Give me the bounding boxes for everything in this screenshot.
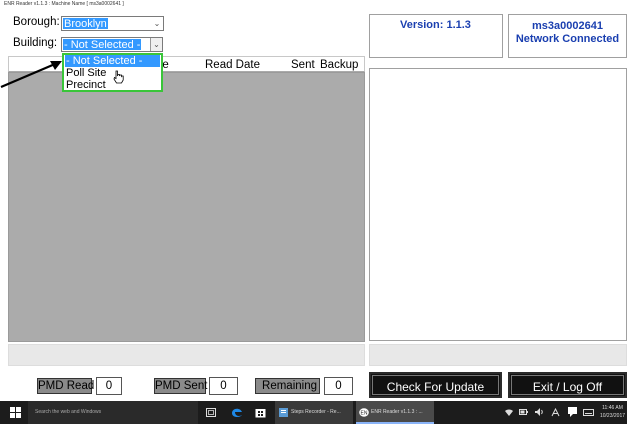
clock-time: 11:46 AM bbox=[602, 405, 623, 411]
pmd-sent-label: PMD Sent bbox=[154, 378, 208, 394]
window-title: ENR Reader v1.1.3 : Machine Name [ ms3a0… bbox=[4, 1, 124, 7]
network-status: Network Connected bbox=[515, 33, 620, 45]
pmd-read-label: PMD Read bbox=[37, 378, 95, 394]
enr-reader-icon: EN bbox=[359, 408, 369, 417]
steps-recorder-icon bbox=[279, 408, 288, 417]
steps-recorder-label: Steps Recorder - Re... bbox=[291, 409, 341, 415]
svg-text:EN: EN bbox=[361, 411, 368, 417]
dropdown-arrow-icon[interactable]: ⌄ bbox=[150, 38, 162, 51]
remaining-label: Remaining bbox=[255, 378, 320, 394]
dropdown-arrow-icon[interactable]: ⌄ bbox=[151, 17, 163, 30]
check-for-update-button[interactable]: Check For Update bbox=[369, 372, 502, 398]
borough-select[interactable]: Brooklyn ⌄ bbox=[61, 16, 164, 31]
network-icon[interactable] bbox=[505, 409, 513, 416]
keyboard-icon[interactable] bbox=[583, 409, 594, 416]
dropdown-option-not-selected[interactable]: - Not Selected - bbox=[65, 55, 160, 67]
network-status-panel: ms3a0002641 Network Connected bbox=[508, 14, 627, 58]
machine-name: ms3a0002641 bbox=[532, 20, 603, 32]
enr-reader-label: ENR Reader v1.1.3 : ... bbox=[371, 409, 423, 415]
borough-label: Borough: bbox=[13, 16, 60, 28]
battery-icon[interactable] bbox=[519, 409, 528, 415]
edge-browser-icon[interactable] bbox=[231, 406, 243, 419]
status-bar-left bbox=[8, 344, 365, 366]
status-bar-right bbox=[369, 344, 627, 366]
taskbar-clock[interactable]: 11:46 AM 10/23/2017 bbox=[598, 404, 627, 420]
taskbar-enr-reader[interactable]: EN ENR Reader v1.1.3 : ... bbox=[356, 401, 434, 424]
building-selected-value: - Not Selected - bbox=[63, 39, 142, 51]
version-panel: Version: 1.1.3 bbox=[369, 14, 503, 58]
windows-start-icon[interactable] bbox=[10, 407, 21, 418]
taskbar-steps-recorder[interactable]: Steps Recorder - Re... bbox=[275, 401, 353, 424]
remaining-count: 0 bbox=[324, 377, 353, 395]
log-panel[interactable] bbox=[369, 68, 627, 341]
records-grid[interactable] bbox=[8, 72, 365, 342]
borough-selected-value: Brooklyn bbox=[63, 18, 108, 30]
task-view-icon[interactable] bbox=[206, 408, 216, 417]
taskbar-search-box[interactable]: Search the web and Windows bbox=[28, 401, 198, 424]
windows-taskbar: Search the web and Windows Steps Recorde… bbox=[0, 401, 627, 424]
store-icon[interactable] bbox=[255, 406, 266, 418]
column-header-read-date[interactable]: Read Date bbox=[205, 59, 260, 71]
column-header-backup[interactable]: Backup bbox=[320, 59, 358, 71]
column-header-sent[interactable]: Sent bbox=[291, 59, 315, 71]
volume-icon[interactable] bbox=[535, 408, 544, 416]
version-text: Version: 1.1.3 bbox=[400, 19, 471, 31]
notifications-icon[interactable] bbox=[568, 407, 577, 417]
annotation-arrow-icon bbox=[0, 61, 62, 89]
building-label: Building: bbox=[13, 37, 58, 49]
exit-log-off-button[interactable]: Exit / Log Off bbox=[508, 372, 627, 398]
pmd-sent-count: 0 bbox=[209, 377, 238, 395]
building-select[interactable]: - Not Selected - ⌄ bbox=[61, 37, 163, 52]
clock-date: 10/23/2017 bbox=[599, 413, 626, 419]
hand-cursor-icon bbox=[113, 70, 124, 84]
pmd-read-count: 0 bbox=[96, 377, 122, 395]
language-icon[interactable] bbox=[551, 408, 560, 417]
